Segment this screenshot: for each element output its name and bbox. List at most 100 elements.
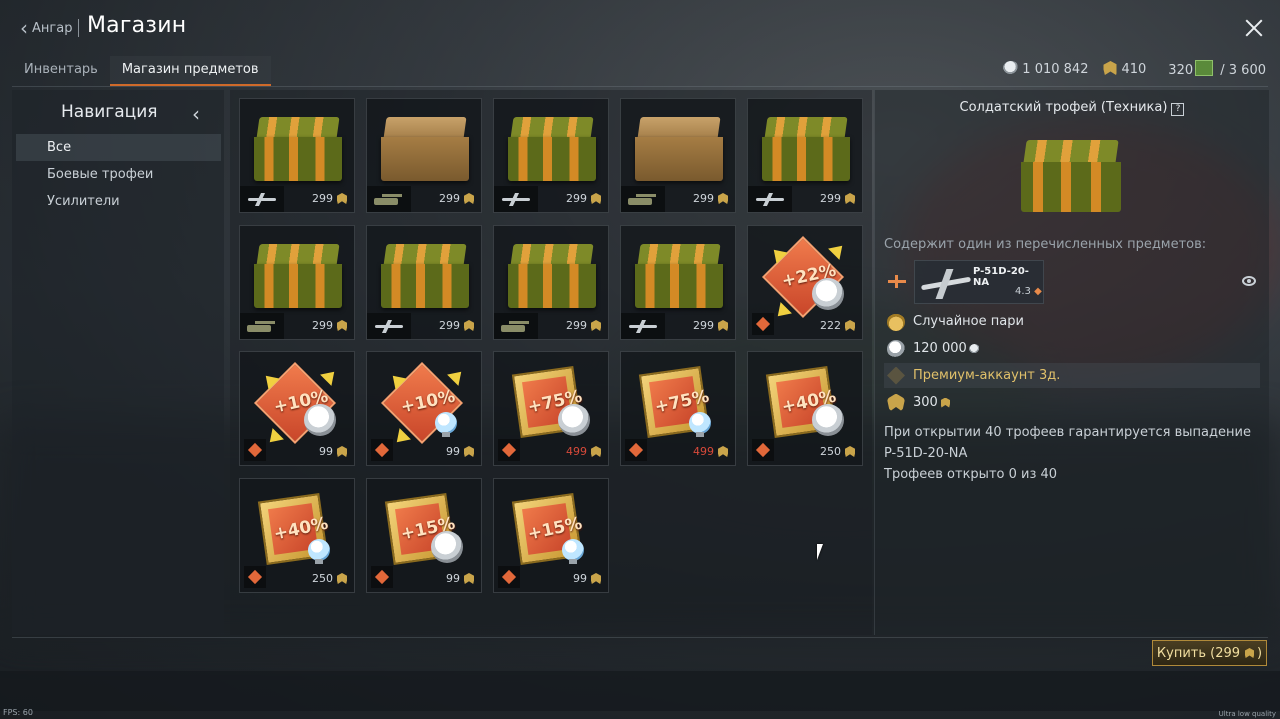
guarantee-text: При открытии 40 трофеев гарантируется вы… [884, 425, 1251, 440]
lion-head-icon [431, 531, 463, 563]
tile-price: 299 [566, 192, 602, 205]
wallet: 1 010 842 410 320 / 3 600 [1003, 60, 1266, 78]
lightbulb-icon [689, 412, 711, 437]
navigation-title: Навигация [61, 102, 158, 122]
tab-divider [12, 86, 1268, 87]
trophy-crate-icon [508, 117, 596, 181]
golden-eagle-icon [844, 193, 856, 204]
footer-divider [12, 637, 1268, 638]
trophy-tile[interactable]: 299 [366, 225, 482, 340]
tab-item-shop[interactable]: Магазин предметов [109, 56, 271, 86]
arrow-icon [828, 240, 848, 260]
tile-price: 250 [820, 445, 856, 458]
buy-button[interactable]: Купить (299) [1152, 640, 1267, 666]
close-icon[interactable] [1242, 16, 1266, 40]
golden-eagle-icon [844, 320, 856, 331]
tile-price-value: 299 [693, 319, 714, 332]
detail-title: Солдатский трофей (Техника)? [875, 100, 1269, 116]
booster-tile[interactable]: +10% 99 [366, 351, 482, 466]
tile-price-value: 499 [693, 445, 714, 458]
guarantee-vehicle: P-51D-20-NA [884, 446, 968, 461]
vehicle-type-badge [621, 313, 665, 339]
nav-item-boosters[interactable]: Усилители [16, 188, 221, 215]
golden-eagle-icon [463, 446, 475, 457]
booster-badge-icon [244, 566, 266, 588]
booster-badge-icon [244, 439, 266, 461]
booster-badge-icon [498, 566, 520, 588]
tile-price: 299 [439, 319, 475, 332]
battle-rating-value: 4.3 [1015, 286, 1031, 297]
booster-tile[interactable]: +40% 250 [747, 351, 863, 466]
p51-aircraft-icon [919, 265, 975, 301]
booster-tile[interactable]: +22% 222 [747, 225, 863, 340]
trophy-crate-icon [254, 117, 342, 181]
premium-icon [1195, 60, 1214, 76]
booster-tile[interactable]: +15% 99 [366, 478, 482, 593]
reward-row-premium: Премиум-аккаунт 3д. [884, 363, 1260, 388]
tank-icon [247, 321, 275, 332]
trophy-crate-image [1021, 140, 1121, 212]
tile-price-value: 299 [439, 319, 460, 332]
eye-icon[interactable] [1242, 276, 1256, 286]
quality-label: Ultra low quality [1218, 710, 1276, 718]
golden-eagles-balance: 410 [1102, 61, 1146, 77]
trophy-tile[interactable]: 299 [620, 98, 736, 213]
nav-item-battle-trophies[interactable]: Боевые трофеи [16, 161, 221, 188]
tile-price: 299 [312, 319, 348, 332]
booster-badge-icon [752, 313, 774, 335]
premium-current-value: 320 [1168, 63, 1194, 78]
vehicle-type-badge [621, 186, 665, 212]
lion-head-icon [812, 404, 844, 436]
reward-row-silver: 120 000 [884, 336, 1260, 361]
trophy-tile[interactable]: 299 [366, 98, 482, 213]
trophy-tile[interactable]: 299 [620, 225, 736, 340]
tile-price: 99 [446, 445, 475, 458]
tile-price: 99 [573, 572, 602, 585]
silver-lions-balance: 1 010 842 [1003, 61, 1088, 77]
opened-counter: Трофеев открыто 0 из 40 [884, 467, 1058, 482]
tank-icon [374, 194, 402, 205]
golden-eagle-icon [336, 193, 348, 204]
booster-badge-icon [371, 439, 393, 461]
trophy-tile[interactable]: 299 [747, 98, 863, 213]
trophy-crate-icon [635, 117, 723, 181]
tile-price: 299 [693, 319, 729, 332]
booster-tile[interactable]: +15% 99 [493, 478, 609, 593]
help-icon[interactable]: ? [1171, 103, 1185, 116]
back-to-hangar-button[interactable]: ‹ Ангар [20, 18, 72, 38]
tile-price-value: 222 [820, 319, 841, 332]
tile-price-value: 299 [312, 319, 333, 332]
tile-price-value: 499 [566, 445, 587, 458]
vehicle-card[interactable]: P-51D-20-NA 4.3 ◆ [914, 260, 1044, 304]
page-title: Магазин [87, 13, 187, 38]
tab-inventory[interactable]: Инвентарь [12, 56, 110, 86]
booster-tile[interactable]: +75% 499 [493, 351, 609, 466]
tile-price: 99 [319, 445, 348, 458]
nav-item-all[interactable]: Все [16, 134, 221, 161]
aircraft-icon [754, 192, 786, 206]
buy-button-label: Купить (299 [1156, 645, 1241, 661]
booster-tile[interactable]: +75% 499 [620, 351, 736, 466]
golden-eagle-icon [717, 193, 729, 204]
detail-title-text: Солдатский трофей (Техника) [959, 100, 1168, 115]
lightbulb-icon [562, 539, 584, 564]
booster-tile[interactable]: +10% 99 [239, 351, 355, 466]
golden-eagle-icon [590, 193, 602, 204]
collapse-chevron-icon[interactable]: ‹ [192, 102, 200, 126]
aircraft-icon [500, 192, 532, 206]
trophy-tile[interactable]: 299 [493, 98, 609, 213]
golden-eagle-icon [463, 193, 475, 204]
booster-badge-icon [752, 439, 774, 461]
trophy-tile[interactable]: 299 [493, 225, 609, 340]
tile-price: 299 [566, 319, 602, 332]
tile-price: 299 [439, 192, 475, 205]
trophy-tile[interactable]: 299 [239, 98, 355, 213]
trophy-tile[interactable]: 299 [239, 225, 355, 340]
tile-price: 299 [693, 192, 729, 205]
silver-lion-icon [1003, 61, 1020, 75]
booster-tile[interactable]: +40% 250 [239, 478, 355, 593]
premium-icon [887, 366, 905, 385]
tile-price-value: 299 [693, 192, 714, 205]
tile-price: 299 [312, 192, 348, 205]
fps-counter: FPS: 60 [3, 708, 33, 717]
